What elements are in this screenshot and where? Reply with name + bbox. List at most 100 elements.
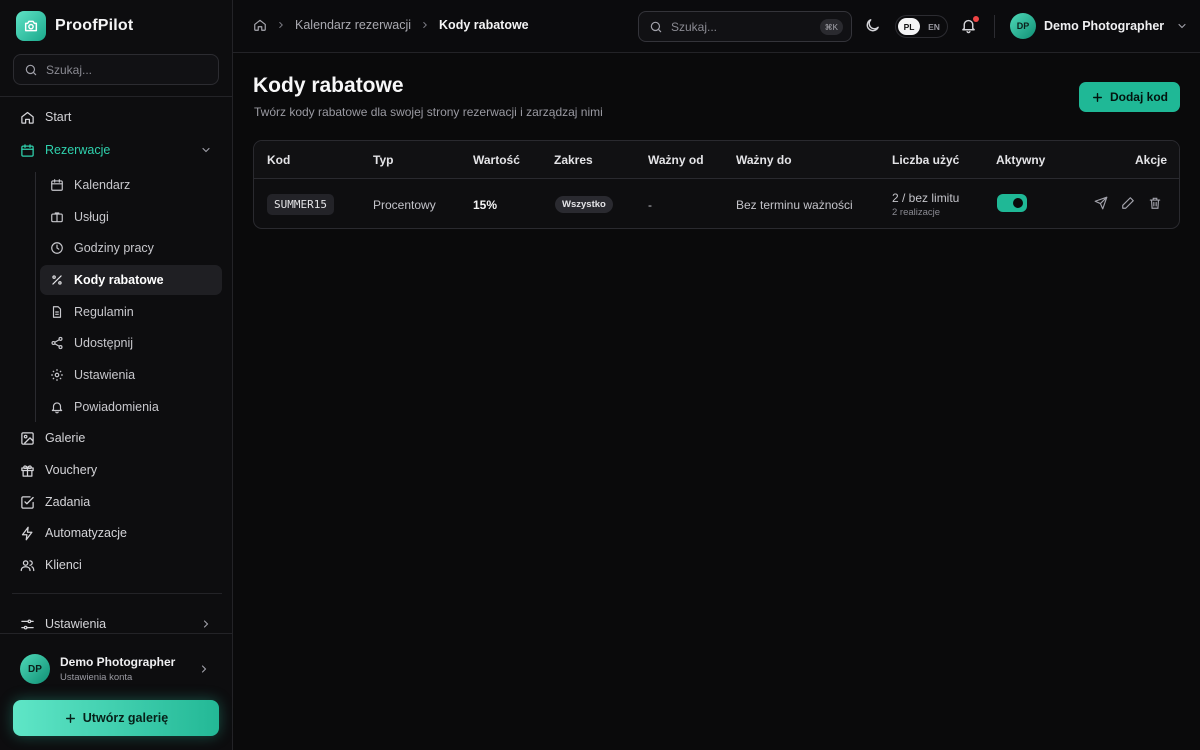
sidebar-subitem-label: Powiadomienia (74, 400, 159, 414)
calendar-icon (20, 143, 35, 158)
sidebar-subitem-label: Godziny pracy (74, 241, 154, 255)
column-header-wazny-od: Ważny od (648, 153, 704, 167)
sidebar-item-galerie[interactable]: Galerie (12, 423, 222, 453)
column-header-liczba-uzyc: Liczba użyć (892, 153, 960, 167)
breadcrumb-link[interactable]: Kalendarz rezerwacji (295, 18, 411, 32)
briefcase-icon (50, 210, 64, 224)
submenu-line (35, 172, 36, 422)
percent-icon (50, 273, 64, 287)
page-title: Kody rabatowe (253, 74, 404, 97)
column-header-wazny-do: Ważny do (736, 153, 792, 167)
cell-valid-to: Bez terminu ważności (736, 198, 853, 212)
sidebar-subitem-udostepnij[interactable]: Udostępnij (40, 328, 222, 358)
cell-value: 15% (473, 198, 498, 212)
sidebar-subitem-kody-rabatowe[interactable]: Kody rabatowe (40, 265, 222, 295)
avatar: DP (20, 654, 50, 684)
toggle-knob (1013, 198, 1023, 208)
cell-uses: 2 / bez limitu (892, 191, 960, 205)
chevron-down-icon (200, 144, 212, 156)
column-header-zakres: Zakres (554, 153, 593, 167)
divider (0, 96, 233, 97)
sidebar-subitem-label: Usługi (74, 210, 109, 224)
checkbox-icon (20, 495, 35, 510)
sidebar-item-label: Rezerwacje (45, 143, 111, 157)
home-icon[interactable] (253, 18, 267, 32)
sidebar-item-vouchery[interactable]: Vouchery (12, 455, 222, 485)
sidebar-search-input[interactable] (46, 62, 206, 77)
sidebar-subitem-godziny-pracy[interactable]: Godziny pracy (40, 233, 222, 263)
sidebar-item-label: Zadania (45, 495, 91, 509)
sidebar-subitem-kalendarz[interactable]: Kalendarz (40, 170, 222, 200)
sliders-icon (20, 617, 35, 632)
cell-valid-from: - (648, 198, 652, 212)
search-icon (24, 63, 38, 77)
chevron-right-icon (198, 663, 210, 675)
home-icon (20, 110, 35, 125)
page-subtitle: Twórz kody rabatowe dla swojej strony re… (254, 105, 603, 119)
topbar: Kalendarz rezerwacji Kody rabatowe ⌘K PL… (233, 0, 1200, 53)
sidebar-item-label: Galerie (45, 431, 86, 445)
column-header-kod: Kod (267, 153, 291, 167)
camera-icon (16, 11, 46, 41)
column-header-aktywny: Aktywny (996, 153, 1046, 167)
sidebar-item-automatyzacje[interactable]: Automatyzacje (12, 518, 222, 548)
sidebar-subitem-regulamin[interactable]: Regulamin (40, 297, 222, 327)
brand[interactable]: ProofPilot (16, 11, 133, 41)
sidebar-item-label: Ustawienia (45, 617, 107, 631)
user-name: Demo Photographer (60, 655, 176, 669)
plus-icon (64, 712, 77, 725)
sidebar-subitem-uslugi[interactable]: Usługi (40, 202, 222, 232)
bell-icon (50, 400, 64, 414)
send-icon[interactable] (1094, 196, 1108, 210)
sidebar-item-zadania[interactable]: Zadania (12, 487, 222, 517)
sidebar-item-start[interactable]: Start (12, 102, 222, 132)
account-card[interactable]: DP Demo Photographer Ustawienia konta (20, 653, 216, 685)
sidebar-subitem-label: Regulamin (74, 305, 134, 319)
sidebar-item-label: Vouchery (45, 463, 98, 477)
users-icon (20, 558, 35, 573)
sidebar-subitem-label: Kody rabatowe (74, 273, 164, 287)
moon-icon[interactable] (864, 17, 881, 34)
global-search[interactable]: ⌘K (638, 11, 852, 42)
cell-uses-sub: 2 realizacje (892, 207, 941, 218)
brand-name: ProofPilot (55, 17, 134, 34)
document-icon (50, 305, 64, 319)
language-option-en[interactable]: EN (923, 18, 945, 35)
shortcut-badge: ⌘K (819, 19, 843, 35)
sidebar-item-label: Start (45, 110, 72, 124)
global-search-input[interactable] (671, 19, 811, 34)
edit-icon[interactable] (1121, 196, 1135, 210)
sidebar-item-ustawienia[interactable]: Ustawienia (12, 609, 222, 639)
language-option-pl[interactable]: PL (898, 18, 920, 35)
sidebar-subitem-ustawienia[interactable]: Ustawienia (40, 360, 222, 390)
chevron-right-icon (200, 618, 212, 630)
sidebar-item-klienci[interactable]: Klienci (12, 550, 222, 580)
gift-icon (20, 463, 35, 478)
column-header-akcje: Akcje (1135, 153, 1168, 167)
calendar-icon (50, 178, 64, 192)
sidebar-subitem-powiadomienia[interactable]: Powiadomienia (40, 392, 222, 422)
sidebar-item-rezerwacje[interactable]: Rezerwacje (12, 135, 222, 165)
user-menu[interactable]: DP Demo Photographer (1010, 13, 1188, 39)
breadcrumb: Kalendarz rezerwacji Kody rabatowe (253, 18, 529, 32)
sidebar-subitem-label: Ustawienia (74, 368, 136, 382)
sidebar: ProofPilot Start Rezerwacje Kalendarz Us… (0, 0, 233, 750)
add-code-button[interactable]: Dodaj kod (1079, 82, 1180, 112)
sidebar-subitem-label: Kalendarz (74, 178, 131, 192)
table-header: Kod Typ Wartość Zakres Ważny od Ważny do… (254, 141, 1179, 179)
discount-code: SUMMER15 (267, 194, 334, 215)
sidebar-item-label: Klienci (45, 558, 82, 572)
zap-icon (20, 526, 35, 541)
notification-dot (973, 16, 979, 22)
trash-icon[interactable] (1148, 196, 1162, 210)
chevron-right-icon (420, 20, 430, 30)
create-gallery-label: Utwórz galerię (82, 711, 169, 725)
active-toggle[interactable] (997, 194, 1027, 212)
chevron-right-icon (276, 20, 286, 30)
create-gallery-button[interactable]: Utwórz galerię (13, 700, 219, 736)
avatar: DP (1010, 13, 1036, 39)
add-code-label: Dodaj kod (1109, 90, 1168, 104)
sidebar-search[interactable] (13, 54, 219, 85)
cell-type: Procentowy (373, 198, 436, 212)
discount-codes-table: Kod Typ Wartość Zakres Ważny od Ważny do… (253, 140, 1180, 229)
